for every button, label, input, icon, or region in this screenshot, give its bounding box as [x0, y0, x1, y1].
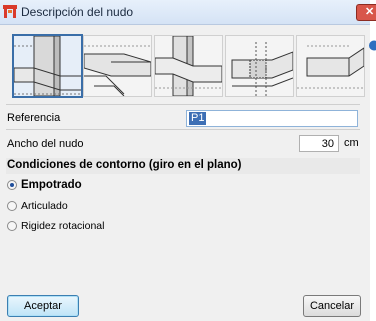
- window-title: Descripción del nudo: [21, 5, 134, 19]
- radio-rigidez-label: Rigidez rotacional: [21, 220, 105, 232]
- node-type-3-thumbnail[interactable]: [154, 35, 223, 97]
- conditions-section-header: Condiciones de contorno (giro en el plan…: [6, 158, 360, 174]
- close-button[interactable]: ✕: [356, 4, 376, 21]
- close-icon: ✕: [365, 6, 375, 18]
- radio-empotrado-label: Empotrado: [21, 179, 82, 191]
- referencia-input[interactable]: P1: [186, 110, 358, 127]
- node-type-gallery: [12, 34, 365, 98]
- ancho-unit: cm: [344, 137, 359, 149]
- radio-empotrado-button[interactable]: [7, 180, 17, 190]
- dialog-window: Descripción del nudo ✕ Referencia P1 Anc…: [0, 0, 376, 321]
- node-type-5-thumbnail[interactable]: [296, 35, 365, 97]
- field-divider: [6, 129, 360, 130]
- cancel-button[interactable]: Cancelar: [303, 295, 361, 317]
- radio-rigidez-button[interactable]: [7, 221, 17, 231]
- node-type-4-thumbnail[interactable]: [225, 35, 294, 97]
- conditions-title: Condiciones de contorno (giro en el plan…: [7, 159, 242, 171]
- app-icon: [3, 5, 17, 18]
- help-icon[interactable]: [367, 40, 376, 51]
- radio-articulado-label: Articulado: [21, 200, 68, 212]
- ancho-input[interactable]: 30: [299, 135, 339, 152]
- gallery-divider: [6, 104, 360, 105]
- ancho-label: Ancho del nudo: [7, 138, 84, 150]
- title-bar: Descripción del nudo ✕: [0, 0, 376, 25]
- node-type-1-thumbnail[interactable]: [12, 34, 83, 98]
- referencia-label: Referencia: [7, 112, 61, 124]
- accept-button[interactable]: Aceptar: [7, 295, 79, 317]
- radio-articulado-button[interactable]: [7, 201, 17, 211]
- node-type-2-thumbnail[interactable]: [83, 35, 152, 97]
- referencia-value: P1: [189, 112, 207, 125]
